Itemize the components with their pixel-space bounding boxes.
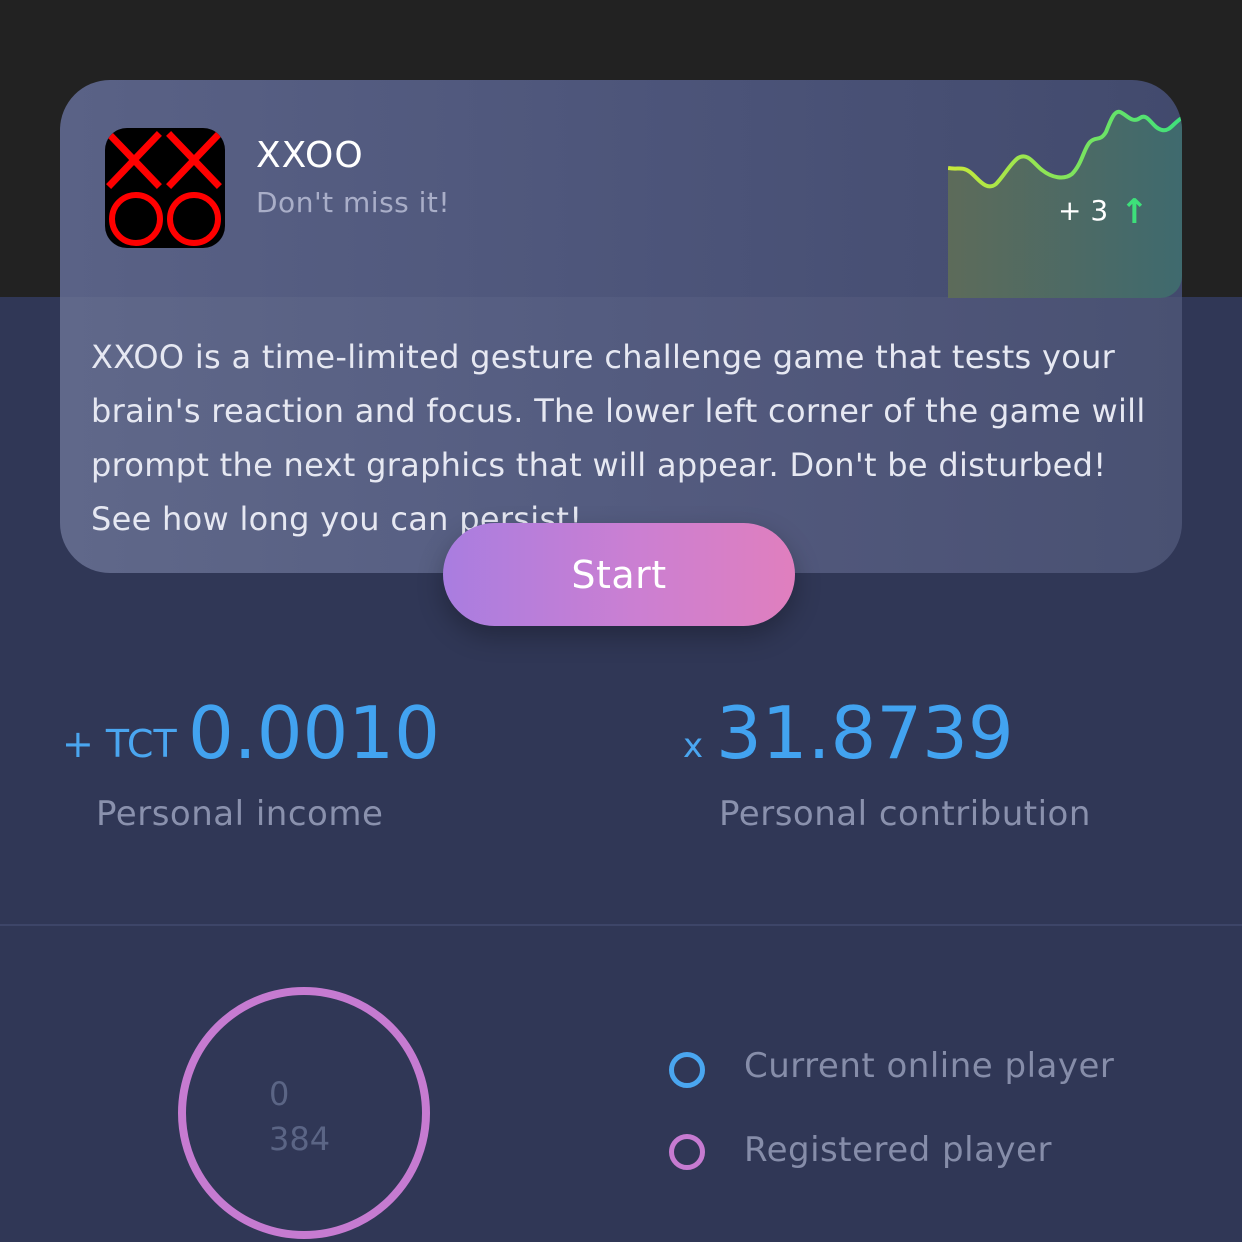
game-subtitle: Don't miss it! [256, 186, 451, 219]
registered-legend-dot [669, 1134, 705, 1170]
online-legend-label: Current online player [744, 1046, 1115, 1086]
contribution-label: Personal contribution [719, 794, 1091, 834]
xxoo-app-icon[interactable] [105, 128, 225, 248]
game-description: XXOO is a time-limited gesture challenge… [91, 338, 1146, 538]
registered-player-count: 384 [269, 1120, 331, 1158]
contribution-prefix: x [683, 726, 704, 766]
arrow-up-icon: ↑ [1120, 192, 1149, 232]
contribution-value: 31.8739 [716, 691, 1014, 775]
start-button[interactable]: Start [443, 523, 795, 626]
trend-value: + 3 [1058, 194, 1109, 227]
section-divider [0, 924, 1242, 926]
income-label: Personal income [96, 794, 384, 834]
online-legend-dot [669, 1052, 705, 1088]
online-player-count: 0 [269, 1075, 290, 1113]
players-ring-chart [178, 987, 430, 1239]
income-prefix: + TCT [62, 722, 177, 766]
registered-legend-label: Registered player [744, 1130, 1052, 1170]
game-title: XXOO [256, 135, 364, 176]
income-value: 0.0010 [188, 691, 440, 775]
